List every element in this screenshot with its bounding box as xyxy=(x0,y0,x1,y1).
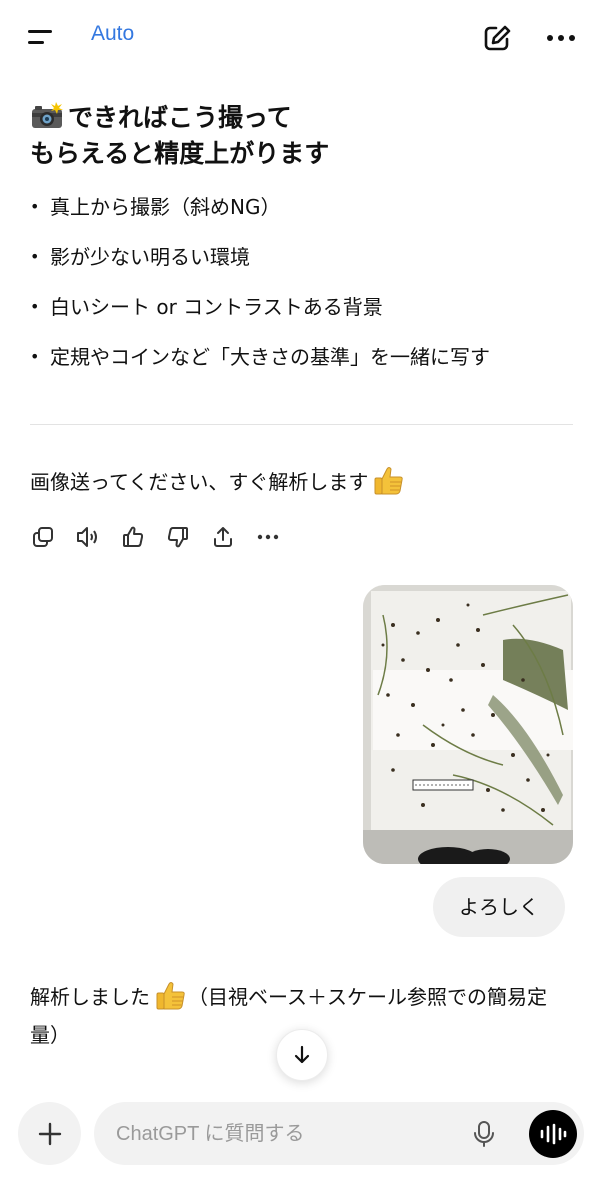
message-actions xyxy=(28,522,298,552)
mic-icon[interactable] xyxy=(466,1116,502,1152)
heading-line-1: できればこう撮って xyxy=(68,103,292,132)
new-chat-icon[interactable] xyxy=(480,21,514,55)
reply-prefix: 解析しました xyxy=(30,985,150,1009)
share-icon[interactable] xyxy=(208,522,238,552)
heading-line-2: もらえると精度上がります xyxy=(30,139,330,168)
copy-icon[interactable] xyxy=(28,522,58,552)
top-bar: Auto xyxy=(0,0,602,76)
more-icon[interactable] xyxy=(542,21,582,55)
thumbs-down-icon[interactable] xyxy=(163,522,193,552)
message-composer xyxy=(94,1102,584,1165)
plus-icon xyxy=(38,1122,61,1145)
list-item: 真上から撮影（斜めNG） xyxy=(30,182,575,232)
assistant-reply: 画像送ってください、すぐ解析します xyxy=(30,462,406,502)
user-message-bubble: よろしく xyxy=(433,877,565,937)
list-item: 白いシート or コントラストある背景 xyxy=(30,282,575,332)
thumbs-up-emoji-icon xyxy=(372,466,406,496)
camera-flash-icon xyxy=(30,102,64,130)
message-input[interactable] xyxy=(116,1116,446,1152)
divider xyxy=(30,424,573,425)
voice-mode-icon xyxy=(540,1123,567,1145)
more-actions-icon[interactable] xyxy=(253,522,283,552)
attach-button[interactable] xyxy=(18,1102,81,1165)
list-item: 定規やコインなど「大きさの基準」を一緒に写す xyxy=(30,332,575,382)
voice-mode-button[interactable] xyxy=(529,1110,577,1158)
thumbs-up-icon[interactable] xyxy=(118,522,148,552)
message-heading: できればこう撮って もらえると精度上がります xyxy=(30,100,575,172)
read-aloud-icon[interactable] xyxy=(73,522,103,552)
menu-icon[interactable] xyxy=(22,22,62,54)
assistant-message: できればこう撮って もらえると精度上がります 真上から撮影（斜めNG） 影が少な… xyxy=(30,100,575,382)
reply-text: 画像送ってください、すぐ解析します xyxy=(30,470,369,494)
model-selector[interactable]: Auto xyxy=(91,22,134,46)
user-uploaded-image[interactable] xyxy=(363,585,573,864)
scroll-down-button[interactable] xyxy=(276,1029,328,1081)
tips-list: 真上から撮影（斜めNG） 影が少ない明るい環境 白いシート or コントラストあ… xyxy=(30,182,575,382)
thumbs-up-emoji-icon xyxy=(154,981,188,1011)
arrow-down-icon xyxy=(294,1045,310,1064)
list-item: 影が少ない明るい環境 xyxy=(30,232,575,282)
